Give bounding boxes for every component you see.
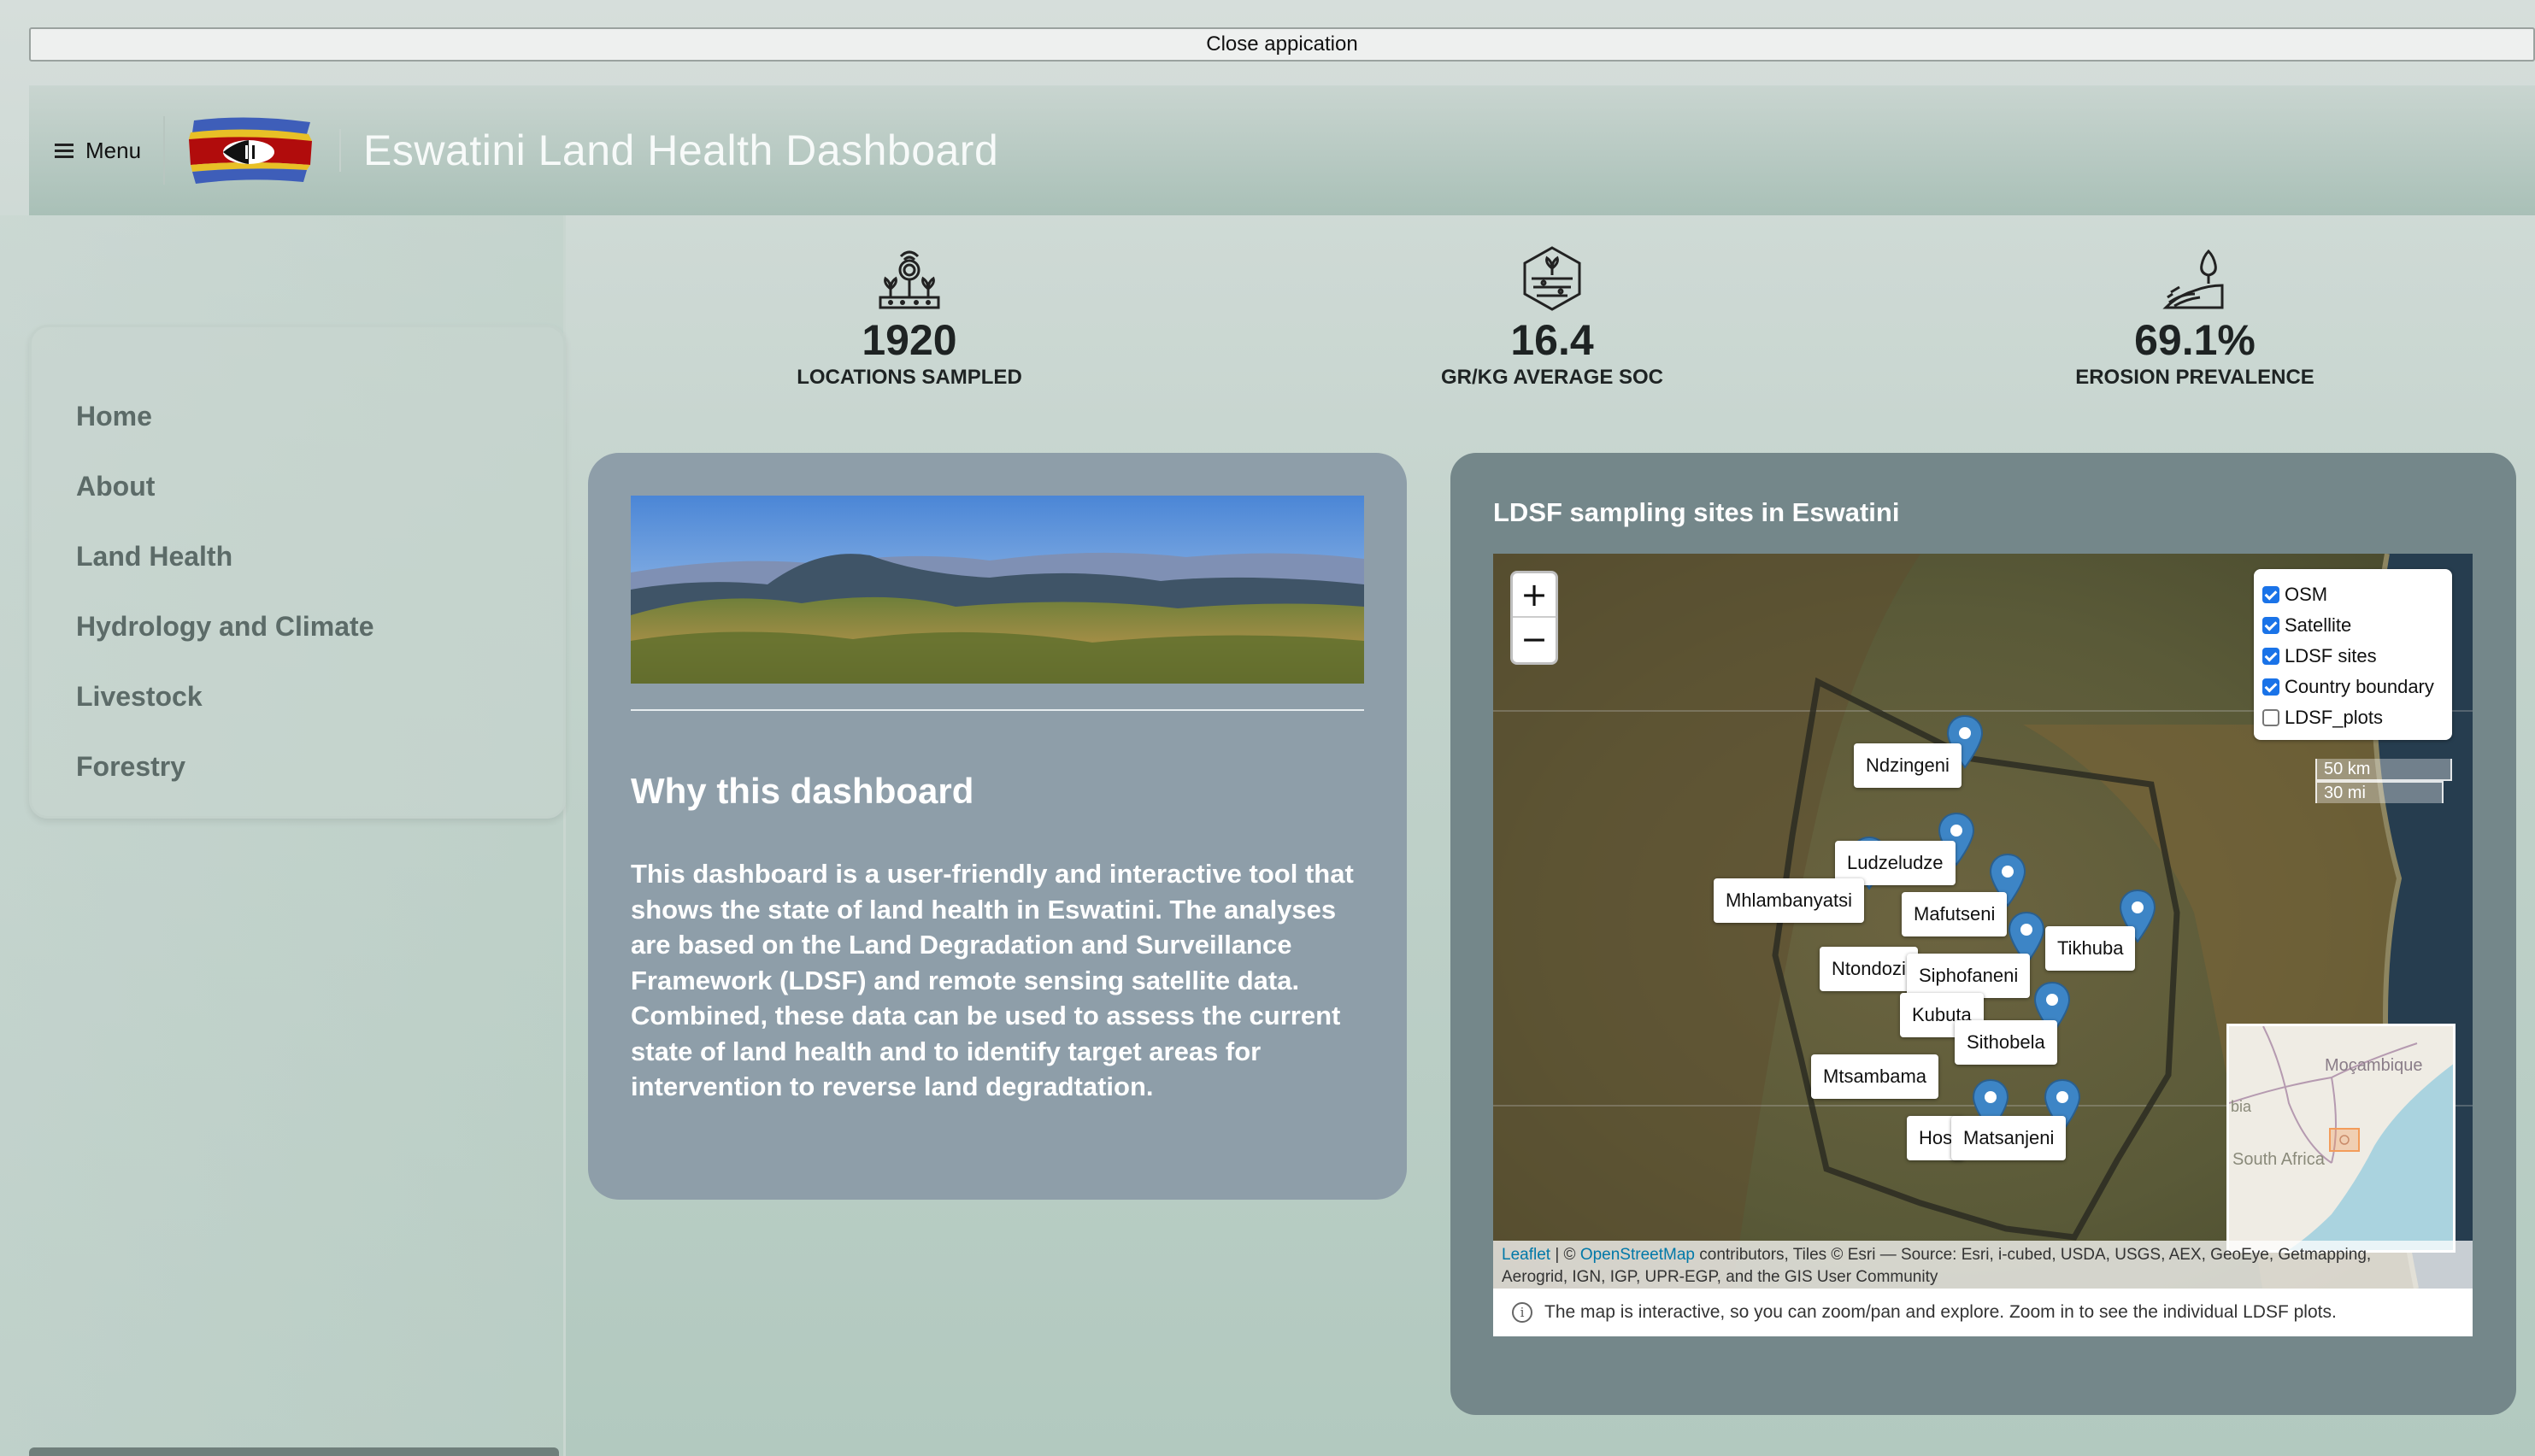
stat-value: 16.4: [1510, 316, 1594, 364]
sidebar-item-livestock[interactable]: Livestock: [76, 681, 203, 713]
sidebar-item-forestry[interactable]: Forestry: [76, 751, 185, 783]
osm-link[interactable]: OpenStreetMap: [1580, 1246, 1695, 1264]
attribution-text: contributors, Tiles © Esri — Source: Esr…: [1694, 1246, 2372, 1264]
sidebar-item-about[interactable]: About: [76, 471, 155, 502]
sidebar-scrollbar[interactable]: [29, 1447, 559, 1456]
layer-label: LDSF sites: [2285, 645, 2377, 666]
layer-osm[interactable]: OSM: [2262, 579, 2444, 610]
layer-control: OSM Satellite LDSF sites Country boundar…: [2254, 569, 2452, 740]
site-label-ndzingeni[interactable]: Ndzingeni: [1854, 743, 1962, 788]
site-label-matsanjeni[interactable]: Matsanjeni: [1951, 1116, 2067, 1160]
soil-hexagon-icon: [1381, 244, 1723, 313]
stat-label: LOCATIONS SAMPLED: [797, 366, 1022, 389]
stat-value: 1920: [862, 316, 957, 364]
minimap[interactable]: Moçambique South Africa bia: [2226, 1024, 2456, 1253]
header-divider-2: [339, 129, 342, 172]
sensor-plants-icon: [738, 244, 1080, 313]
layer-label: LDSF_plots: [2285, 707, 2383, 728]
divider: [631, 709, 1364, 711]
site-label-ntondozi[interactable]: Ntondozi: [1820, 947, 1918, 991]
layer-ldsf-sites[interactable]: LDSF sites: [2262, 641, 2444, 672]
map-note: i The map is interactive, so you can zoo…: [1493, 1289, 2473, 1336]
why-dashboard-card: Why this dashboard This dashboard is a u…: [588, 453, 1407, 1200]
info-icon: i: [1512, 1302, 1532, 1323]
minimap-label-south-africa: South Africa: [2232, 1150, 2326, 1169]
layer-ldsf-plots[interactable]: LDSF_plots: [2262, 702, 2444, 733]
zoom-control: + −: [1510, 571, 1558, 665]
sidebar-item-land-health[interactable]: Land Health: [76, 541, 232, 572]
stat-value: 69.1%: [2134, 316, 2256, 364]
scale-mi: 30 mi: [2315, 781, 2444, 803]
layer-satellite[interactable]: Satellite: [2262, 610, 2444, 641]
stat-erosion-prevalence: 69.1% EROSION PREVALENCE: [2024, 244, 2366, 390]
attribution-text-2: Aerogrid, IGN, IGP, UPR-EGP, and the GIS…: [1502, 1268, 1938, 1286]
stat-label: GR/KG AVERAGE SOC: [1440, 366, 1664, 389]
map-title: LDSF sampling sites in Eswatini: [1493, 497, 1900, 527]
site-label-mafutseni[interactable]: Mafutseni: [1902, 892, 2008, 936]
checkbox[interactable]: [2262, 709, 2279, 726]
why-title: Why this dashboard: [631, 771, 974, 811]
erosion-tree-icon: [2024, 244, 2366, 313]
zoom-in-button[interactable]: +: [1513, 573, 1556, 618]
checkbox[interactable]: [2262, 648, 2279, 665]
site-label-sithobela[interactable]: Sithobela: [1955, 1020, 2057, 1065]
site-label-mhlambanyatsi[interactable]: Mhlambanyatsi: [1714, 878, 1864, 923]
minimap-label-mozambique: Moçambique: [2325, 1056, 2423, 1075]
sidebar-item-home[interactable]: Home: [76, 401, 152, 432]
app-header: Menu Eswatini Land Health Dashboard: [29, 85, 2535, 215]
menu-button[interactable]: Menu: [55, 138, 141, 164]
sidebar-nav: Home About Land Health Hydrology and Cli…: [29, 325, 566, 819]
attribution-sep: | ©: [1550, 1246, 1580, 1264]
ldsf-map[interactable]: + − OSM Satellite LDSF sites Country bou…: [1493, 554, 2473, 1289]
scale-km: 50 km: [2315, 759, 2452, 781]
stat-average-soc: 16.4 GR/KG AVERAGE SOC: [1381, 244, 1723, 390]
site-label-tikhuba[interactable]: Tikhuba: [2045, 926, 2136, 971]
layer-label: Satellite: [2285, 614, 2352, 636]
map-note-text: The map is interactive, so you can zoom/…: [1544, 1302, 2337, 1322]
stat-label: EROSION PREVALENCE: [2075, 366, 2314, 389]
layer-country-boundary[interactable]: Country boundary: [2262, 672, 2444, 702]
map-card: LDSF sampling sites in Eswatini + − OSM …: [1450, 453, 2516, 1415]
stat-locations-sampled: 1920 LOCATIONS SAMPLED: [738, 244, 1080, 390]
layer-label: Country boundary: [2285, 676, 2434, 697]
hamburger-icon: [55, 144, 74, 158]
leaflet-link[interactable]: Leaflet: [1502, 1246, 1550, 1264]
zoom-out-button[interactable]: −: [1513, 618, 1556, 662]
why-description: This dashboard is a user-friendly and in…: [631, 859, 1354, 1101]
checkbox[interactable]: [2262, 586, 2279, 603]
menu-label: Menu: [85, 137, 142, 163]
checkbox[interactable]: [2262, 617, 2279, 634]
site-label-mtsambama[interactable]: Mtsambama: [1811, 1054, 1939, 1099]
site-label-siphofaneni[interactable]: Siphofaneni: [1907, 954, 2031, 998]
minimap-label-bia: bia: [2231, 1098, 2252, 1115]
sidebar-item-hydrology-climate[interactable]: Hydrology and Climate: [76, 611, 374, 643]
map-attribution: Leaflet | © OpenStreetMap contributors, …: [1493, 1241, 2473, 1289]
header-divider: [163, 116, 166, 185]
close-application-button[interactable]: Close appication: [29, 27, 2535, 62]
page-title: Eswatini Land Health Dashboard: [363, 126, 999, 174]
layer-label: OSM: [2285, 584, 2328, 605]
landscape-photo: [631, 496, 1364, 684]
checkbox[interactable]: [2262, 678, 2279, 696]
eswatini-flag-logo: [187, 114, 315, 187]
